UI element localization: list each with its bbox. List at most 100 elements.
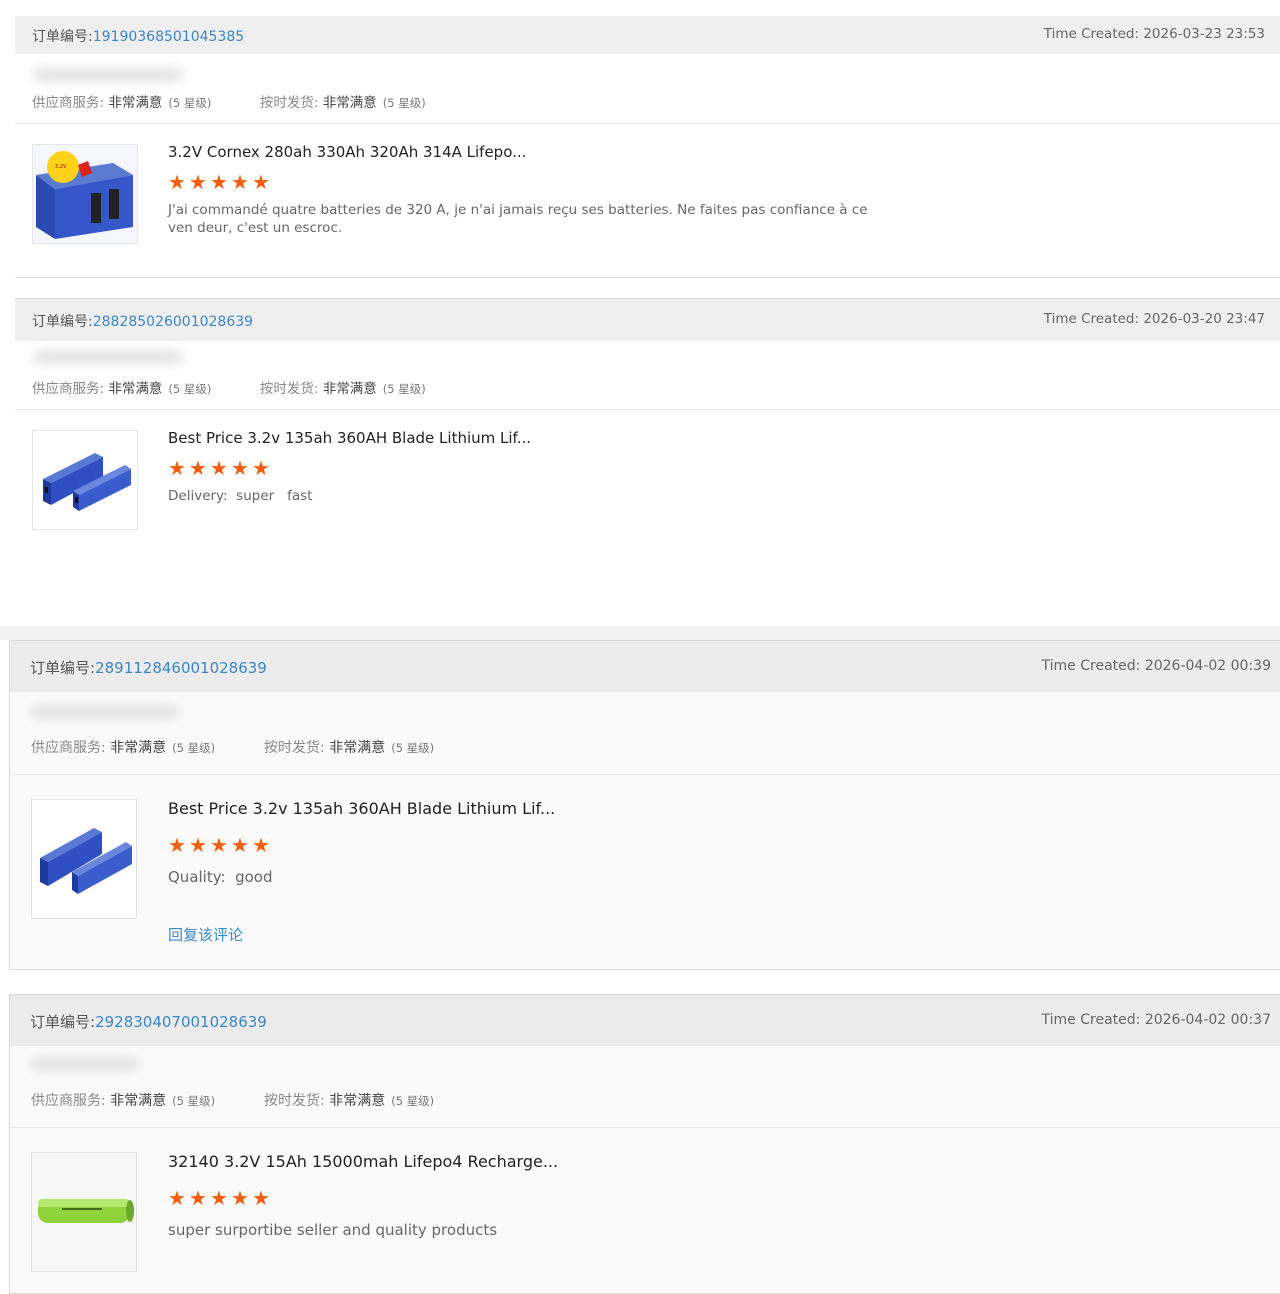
on-time-shipping-value: 非常满意 (329, 1093, 386, 1109)
section-gap (0, 626, 1280, 640)
product-title[interactable]: 3.2V Cornex 280ah 330Ah 320Ah 314A Lifep… (168, 143, 526, 161)
rating-summary: 供应商服务: 非常满意 (5 星级) 按时发货: 非常满意 (5 星级) (32, 91, 426, 111)
star-icon: ★ (231, 1186, 249, 1210)
supplier-service-value: 非常满意 (110, 1093, 167, 1109)
divider (15, 409, 1280, 410)
on-time-shipping-label: 按时发货: (259, 381, 319, 397)
star-rating: ★ ★ ★ ★ ★ (168, 456, 270, 480)
on-time-shipping-stars: (5 星级) (391, 1094, 435, 1108)
time-created-label: Time Created: (1043, 311, 1140, 327)
on-time-shipping-stars: (5 星级) (382, 96, 426, 110)
time-created: 2026-03-23 23:53 (1143, 26, 1265, 42)
order-number[interactable]: 292830407001028639 (95, 1013, 267, 1031)
on-time-shipping-value: 非常满意 (322, 95, 377, 111)
supplier-service-stars: (5 星级) (168, 96, 212, 110)
star-icon: ★ (252, 833, 270, 857)
star-icon: ★ (168, 1186, 186, 1210)
on-time-shipping-value: 非常满意 (329, 740, 386, 756)
supplier-service-label: 供应商服务: (32, 95, 105, 111)
star-icon: ★ (210, 170, 228, 194)
star-rating: ★ ★ ★ ★ ★ (168, 833, 270, 857)
star-rating: ★ ★ ★ ★ ★ (168, 170, 270, 194)
star-icon: ★ (231, 170, 249, 194)
star-icon: ★ (210, 456, 228, 480)
on-time-shipping-label: 按时发货: (264, 740, 325, 756)
star-icon: ★ (168, 456, 186, 480)
supplier-service-value: 非常满意 (110, 740, 167, 756)
divider (10, 774, 1280, 775)
supplier-service-value: 非常满意 (108, 95, 163, 111)
divider (15, 277, 1280, 278)
product-title[interactable]: Best Price 3.2v 135ah 360AH Blade Lithiu… (168, 429, 531, 447)
review-comment: J'ai commandé quatre batteries de 320 A,… (168, 202, 868, 236)
rating-summary: 供应商服务: 非常满意 (5 星级) 按时发货: 非常满意 (5 星级) (31, 737, 434, 757)
product-thumbnail[interactable] (31, 1152, 137, 1272)
order-card: 订单编号:289112846001028639 Time Created: 20… (9, 640, 1280, 970)
star-icon: ★ (189, 456, 207, 480)
on-time-shipping-label: 按时发货: (259, 95, 319, 111)
time-created: 2026-04-02 00:39 (1144, 658, 1271, 674)
star-icon: ★ (168, 833, 186, 857)
star-icon: ★ (168, 170, 186, 194)
supplier-service-label: 供应商服务: (32, 381, 105, 397)
order-number[interactable]: 289112846001028639 (95, 659, 267, 677)
on-time-shipping-value: 非常满意 (322, 381, 377, 397)
rating-summary: 供应商服务: 非常满意 (5 星级) 按时发货: 非常满意 (5 星级) (32, 377, 426, 397)
order-number-label: 订单编号: (32, 314, 93, 330)
star-icon: ★ (231, 456, 249, 480)
time-created: 2026-04-02 00:37 (1144, 1012, 1271, 1028)
blurred-username (33, 350, 183, 364)
star-icon: ★ (189, 833, 207, 857)
order-header: 订单编号:19190368501045385 Time Created: 202… (15, 16, 1280, 54)
star-icon: ★ (252, 456, 270, 480)
blade-battery-icon (33, 431, 137, 529)
product-title[interactable]: 32140 3.2V 15Ah 15000mah Lifepo4 Recharg… (168, 1152, 558, 1171)
on-time-shipping-label: 按时发货: (264, 1093, 325, 1109)
product-thumbnail[interactable]: 3.2V (32, 144, 138, 244)
star-icon: ★ (210, 833, 228, 857)
on-time-shipping-stars: (5 星级) (382, 382, 426, 396)
blurred-username (30, 1057, 140, 1071)
supplier-service-value: 非常满意 (108, 381, 163, 397)
blurred-username (33, 68, 183, 82)
supplier-service-stars: (5 星级) (172, 1094, 216, 1108)
order-number[interactable]: 288285026001028639 (93, 314, 253, 330)
order-number-label: 订单编号: (30, 1013, 96, 1031)
cylindrical-cell-icon (32, 1153, 136, 1271)
time-created-label: Time Created: (1041, 1012, 1141, 1028)
time-created-label: Time Created: (1041, 658, 1141, 674)
time-created-label: Time Created: (1043, 26, 1140, 42)
supplier-service-stars: (5 星级) (168, 382, 212, 396)
order-card: 订单编号:292830407001028639 Time Created: 20… (9, 994, 1280, 1294)
supplier-service-stars: (5 星级) (172, 741, 216, 755)
order-number-label: 订单编号: (30, 659, 96, 677)
review-comment: Delivery: super fast (168, 488, 313, 504)
blurred-username (30, 705, 180, 719)
order-number[interactable]: 19190368501045385 (93, 29, 244, 45)
product-title[interactable]: Best Price 3.2v 135ah 360AH Blade Lithiu… (168, 799, 555, 818)
order-header: 订单编号:292830407001028639 Time Created: 20… (10, 995, 1280, 1046)
time-created: 2026-03-20 23:47 (1143, 311, 1265, 327)
supplier-service-label: 供应商服务: (31, 740, 106, 756)
review-comment: Quality: good (168, 868, 273, 886)
product-thumbnail[interactable] (32, 430, 138, 530)
reply-link[interactable]: 回复该评论 (168, 924, 243, 945)
order-card: 订单编号:288285026001028639 Time Created: 20… (15, 298, 1280, 624)
star-icon: ★ (252, 1186, 270, 1210)
divider (10, 1127, 1280, 1128)
star-icon: ★ (210, 1186, 228, 1210)
blue-battery-cell-icon: 3.2V (33, 145, 137, 243)
divider (15, 123, 1280, 124)
star-icon: ★ (252, 170, 270, 194)
order-number-label: 订单编号: (32, 29, 93, 45)
supplier-service-label: 供应商服务: (31, 1093, 106, 1109)
blade-battery-icon (32, 800, 136, 918)
svg-text:3.2V: 3.2V (55, 164, 67, 170)
review-comment: super surportibe seller and quality prod… (168, 1221, 498, 1239)
product-thumbnail[interactable] (31, 799, 137, 919)
star-icon: ★ (189, 170, 207, 194)
star-rating: ★ ★ ★ ★ ★ (168, 1186, 270, 1210)
star-icon: ★ (189, 1186, 207, 1210)
order-header: 订单编号:288285026001028639 Time Created: 20… (15, 298, 1280, 341)
order-card: 订单编号:19190368501045385 Time Created: 202… (15, 16, 1280, 278)
